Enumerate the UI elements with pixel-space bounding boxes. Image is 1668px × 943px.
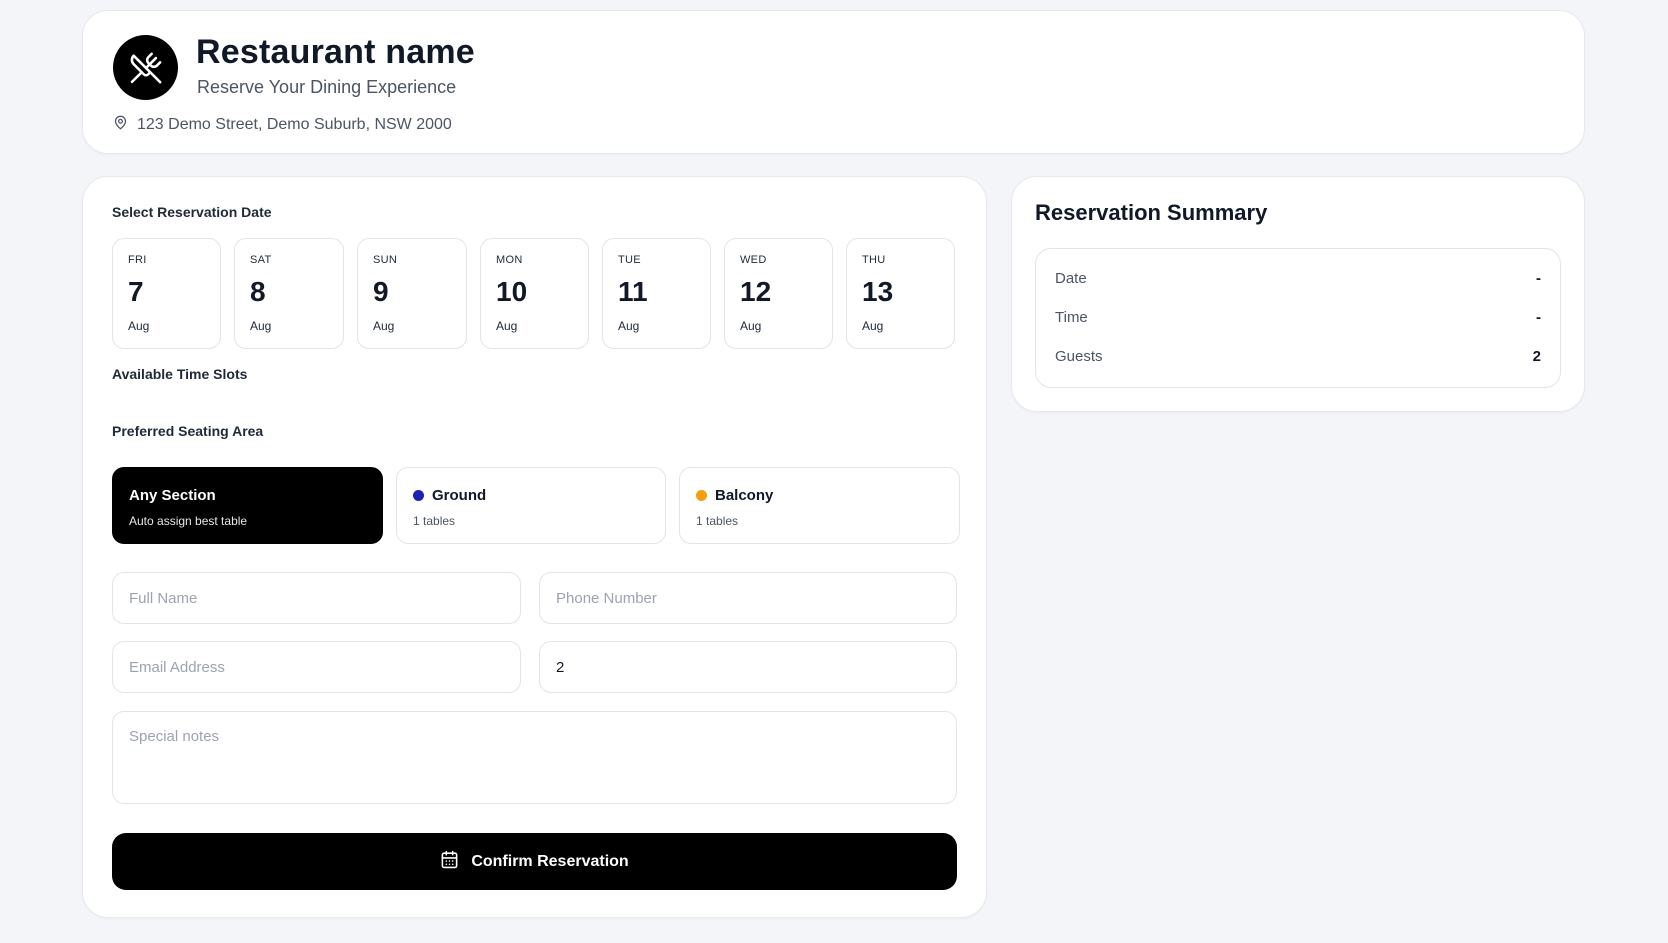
date-tile[interactable]: THU 13 Aug <box>846 238 955 349</box>
date-day-of-week: THU <box>862 254 886 266</box>
summary-value: - <box>1536 270 1541 287</box>
date-tile[interactable]: TUE 11 Aug <box>602 238 711 349</box>
seating-option-balcony[interactable]: Balcony 1 tables <box>679 467 960 544</box>
summary-label: Date <box>1055 270 1087 287</box>
date-day-of-week: TUE <box>618 254 641 266</box>
seating-option-name: Ground <box>432 487 487 504</box>
restaurant-title: Restaurant name <box>196 33 475 71</box>
special-notes-textarea[interactable] <box>112 711 957 804</box>
date-day-of-week: SAT <box>250 254 272 266</box>
seating-option-name: Balcony <box>715 487 774 504</box>
date-day-of-week: FRI <box>128 254 147 266</box>
seating-options: Any Section Auto assign best table Groun… <box>112 467 960 544</box>
date-tile[interactable]: SUN 9 Aug <box>357 238 467 349</box>
date-day-of-week: MON <box>496 254 523 266</box>
time-slots-label: Available Time Slots <box>112 366 248 382</box>
restaurant-header: Restaurant name Reserve Your Dining Expe… <box>82 10 1585 154</box>
date-month: Aug <box>128 319 150 333</box>
summary-row-date: Date - <box>1055 270 1541 287</box>
date-month: Aug <box>250 319 272 333</box>
date-section-label: Select Reservation Date <box>112 204 272 220</box>
date-day: 8 <box>250 276 266 307</box>
calendar-icon <box>440 850 459 874</box>
date-day-of-week: SUN <box>373 254 398 266</box>
seating-option-description: Auto assign best table <box>129 514 248 528</box>
date-day: 7 <box>128 276 144 307</box>
summary-row-time: Time - <box>1055 309 1541 326</box>
date-day-of-week: WED <box>740 254 767 266</box>
guests-input[interactable] <box>539 641 957 693</box>
date-day: 13 <box>862 276 894 307</box>
reservation-summary: Reservation Summary Date - Time - Guests… <box>1011 176 1585 412</box>
summary-details: Date - Time - Guests 2 <box>1035 248 1561 388</box>
seating-option-ground[interactable]: Ground 1 tables <box>396 467 666 544</box>
seating-option-description: 1 tables <box>413 514 456 528</box>
confirm-reservation-button[interactable]: Confirm Reservation <box>112 833 957 890</box>
restaurant-subtitle: Reserve Your Dining Experience <box>197 77 457 97</box>
reservation-form: Select Reservation Date FRI 7 Aug SAT 8 … <box>82 176 987 918</box>
date-tile[interactable]: MON 10 Aug <box>480 238 589 349</box>
address-row: 123 Demo Street, Demo Suburb, NSW 2000 <box>113 115 452 135</box>
date-tile[interactable]: SAT 8 Aug <box>234 238 344 349</box>
summary-row-guests: Guests 2 <box>1055 348 1541 365</box>
utensils-crossed-icon <box>113 35 178 100</box>
phone-number-input[interactable] <box>539 572 957 624</box>
date-month: Aug <box>618 319 640 333</box>
date-month: Aug <box>496 319 518 333</box>
summary-value: 2 <box>1532 348 1541 365</box>
seating-option-description: 1 tables <box>696 514 739 528</box>
date-day: 11 <box>618 276 648 307</box>
full-name-input[interactable] <box>112 572 521 624</box>
date-day: 12 <box>740 276 772 307</box>
seating-option-name: Any Section <box>129 487 216 504</box>
date-month: Aug <box>740 319 762 333</box>
date-day: 10 <box>496 276 528 307</box>
date-month: Aug <box>373 319 395 333</box>
summary-label: Guests <box>1055 348 1103 365</box>
date-picker: FRI 7 Aug SAT 8 Aug SUN 9 Aug MON 10 Aug… <box>112 238 955 349</box>
confirm-button-label: Confirm Reservation <box>471 852 629 870</box>
ground-color-dot <box>413 490 424 501</box>
date-day: 9 <box>373 276 389 307</box>
balcony-color-dot <box>696 490 707 501</box>
date-month: Aug <box>862 319 884 333</box>
restaurant-address: 123 Demo Street, Demo Suburb, NSW 2000 <box>137 116 452 133</box>
seating-area-label: Preferred Seating Area <box>112 423 264 439</box>
date-tile[interactable]: WED 12 Aug <box>724 238 833 349</box>
email-input[interactable] <box>112 641 521 693</box>
map-pin-icon <box>113 115 128 135</box>
summary-title: Reservation Summary <box>1035 200 1268 225</box>
summary-label: Time <box>1055 309 1088 326</box>
summary-value: - <box>1536 309 1541 326</box>
date-tile[interactable]: FRI 7 Aug <box>112 238 221 349</box>
seating-option-any[interactable]: Any Section Auto assign best table <box>112 467 383 544</box>
